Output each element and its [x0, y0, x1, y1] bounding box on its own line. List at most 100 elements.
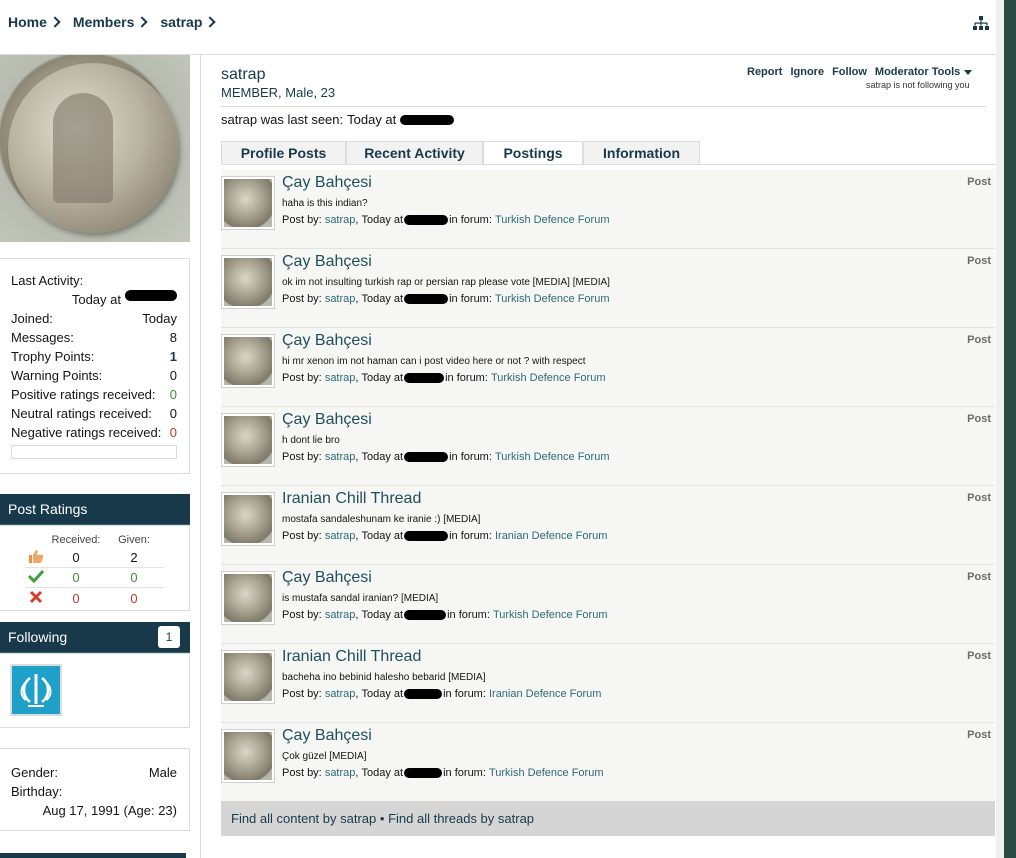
- result-forum-link[interactable]: Turkish Defence Forum: [495, 293, 610, 305]
- result-title-link[interactable]: Çay Bahçesi: [282, 253, 372, 271]
- result-avatar[interactable]: [221, 492, 275, 546]
- result-meta: Post by: satrap, Today at in forum: Turki…: [282, 214, 610, 226]
- find-all-content-link[interactable]: Find all content by satrap: [231, 811, 376, 826]
- result-forum-link[interactable]: Turkish Defence Forum: [491, 372, 606, 384]
- profile-avatar[interactable]: [0, 55, 190, 242]
- result-meta: Post by: satrap, Today at in forum: Turki…: [282, 451, 610, 463]
- tab-recent-activity[interactable]: Recent Activity: [346, 141, 483, 165]
- result-meta: Post by: satrap, Today at in forum: Turki…: [282, 372, 606, 384]
- tab-information[interactable]: Information: [583, 141, 700, 165]
- result-title-link[interactable]: Çay Bahçesi: [282, 727, 372, 745]
- report-link[interactable]: Report: [747, 66, 782, 78]
- result-snippet: mostafa sandaleshunam ke iranie :) [MEDI…: [282, 514, 481, 525]
- stat-warning-points: Warning Points: 0: [11, 368, 177, 383]
- result-title-link[interactable]: Iranian Chill Thread: [282, 648, 421, 666]
- result-author-link[interactable]: satrap: [325, 372, 356, 384]
- rating-bar: [11, 445, 177, 459]
- sitemap-icon[interactable]: [973, 16, 989, 30]
- caret-down-icon: [964, 69, 973, 75]
- result-avatar[interactable]: [221, 255, 275, 309]
- result-author-link[interactable]: satrap: [325, 688, 356, 700]
- stat-messages: Messages: 8: [11, 330, 177, 345]
- result-forum-link[interactable]: Turkish Defence Forum: [495, 214, 610, 226]
- following-header: Following 1: [0, 622, 190, 653]
- redaction: [125, 290, 177, 301]
- result-avatar[interactable]: [221, 176, 275, 230]
- breadcrumb-members[interactable]: Members: [73, 14, 152, 30]
- profile-about: Gender: Male Birthday: Aug 17, 1991 (Age:…: [0, 748, 190, 831]
- cross-icon: [25, 590, 47, 607]
- result-type: Post: [967, 413, 991, 425]
- profile-tabs: Profile Posts Recent Activity Postings I…: [221, 141, 700, 166]
- result-row: Iranian Chill Thread bacheha ino bebinid …: [221, 644, 995, 723]
- result-forum-link[interactable]: Iranian Defence Forum: [489, 688, 602, 700]
- ratings-head: Received: Given:: [51, 534, 150, 546]
- next-section-header: [0, 853, 186, 858]
- follow-status: satrap is not following you: [866, 80, 970, 90]
- redaction: [404, 452, 449, 462]
- result-forum-link[interactable]: Turkish Defence Forum: [493, 609, 608, 621]
- ignore-link[interactable]: Ignore: [790, 66, 824, 78]
- result-type: Post: [967, 255, 991, 267]
- stat-joined: Joined: Today: [11, 311, 177, 326]
- result-author-link[interactable]: satrap: [325, 609, 356, 621]
- result-row: Çay Bahçesi Çok güzel [MEDIA] Post by: sat…: [221, 723, 995, 802]
- stat-negative-ratings: Negative ratings received: 0: [11, 425, 177, 440]
- redaction: [404, 294, 449, 304]
- redaction: [404, 215, 449, 225]
- following-count: 1: [158, 626, 180, 648]
- result-forum-link[interactable]: Turkish Defence Forum: [495, 451, 610, 463]
- followed-user-avatar[interactable]: [10, 664, 62, 716]
- coin-image: [8, 63, 178, 233]
- page-edge-dark: [1004, 0, 1016, 858]
- tab-profile-posts[interactable]: Profile Posts: [221, 141, 346, 165]
- result-author-link[interactable]: satrap: [325, 530, 356, 542]
- result-snippet: hi mr xenon im not haman can i post vide…: [282, 356, 586, 367]
- breadcrumb-home[interactable]: Home: [8, 14, 65, 30]
- profile-user-title: MEMBER, Male, 23: [221, 85, 336, 100]
- result-snippet: ok im not insulting turkish rap or persi…: [282, 277, 610, 288]
- rating-row-disagree: 0 0: [25, 588, 164, 608]
- result-avatar[interactable]: [221, 334, 275, 388]
- redaction: [404, 373, 445, 383]
- moderator-tools-menu[interactable]: Moderator Tools: [875, 66, 973, 78]
- result-forum-link[interactable]: Turkish Defence Forum: [489, 767, 604, 779]
- stat-neutral-ratings: Neutral ratings received: 0: [11, 406, 177, 421]
- result-title-link[interactable]: Çay Bahçesi: [282, 569, 372, 587]
- result-type: Post: [967, 729, 991, 741]
- stat-trophy-points: Trophy Points: 1: [11, 349, 177, 364]
- profile-username: satrap: [221, 66, 266, 83]
- result-row: Çay Bahçesi hi mr xenon im not haman can …: [221, 328, 995, 407]
- find-all-threads-link[interactable]: Find all threads by satrap: [388, 811, 534, 826]
- result-title-link[interactable]: Çay Bahçesi: [282, 174, 372, 192]
- chevron-right-icon: [204, 16, 217, 28]
- result-row: Çay Bahçesi haha is this indian? Post by: …: [221, 170, 995, 249]
- stat-positive-ratings: Positive ratings received: 0: [11, 387, 177, 402]
- result-avatar[interactable]: [221, 571, 275, 625]
- result-author-link[interactable]: satrap: [325, 293, 356, 305]
- result-avatar[interactable]: [221, 650, 275, 704]
- result-forum-link[interactable]: Iranian Defence Forum: [495, 530, 608, 542]
- result-author-link[interactable]: satrap: [325, 214, 356, 226]
- find-bar: Find all content by satrap • Find all th…: [221, 801, 995, 836]
- breadcrumb-satrap[interactable]: satrap: [160, 14, 220, 30]
- result-title-link[interactable]: Çay Bahçesi: [282, 411, 372, 429]
- result-type: Post: [967, 650, 991, 662]
- result-author-link[interactable]: satrap: [325, 451, 356, 463]
- last-activity-value: Today at: [11, 290, 177, 309]
- birthday-label: Birthday:: [11, 784, 63, 799]
- result-avatar[interactable]: [221, 729, 275, 783]
- result-avatar[interactable]: [221, 413, 275, 467]
- result-meta: Post by: satrap, Today at in forum: Irani…: [282, 688, 602, 700]
- result-type: Post: [967, 334, 991, 346]
- result-snippet: Çok güzel [MEDIA]: [282, 751, 367, 762]
- result-title-link[interactable]: Iranian Chill Thread: [282, 490, 421, 508]
- result-author-link[interactable]: satrap: [325, 767, 356, 779]
- result-title-link[interactable]: Çay Bahçesi: [282, 332, 372, 350]
- following-list: [0, 653, 190, 728]
- tabs-underline: [221, 164, 996, 165]
- follow-link[interactable]: Follow: [832, 66, 867, 78]
- result-meta: Post by: satrap, Today at in forum: Turki…: [282, 609, 608, 621]
- last-activity-label: Last Activity:: [11, 273, 84, 288]
- tab-postings[interactable]: Postings: [483, 141, 583, 166]
